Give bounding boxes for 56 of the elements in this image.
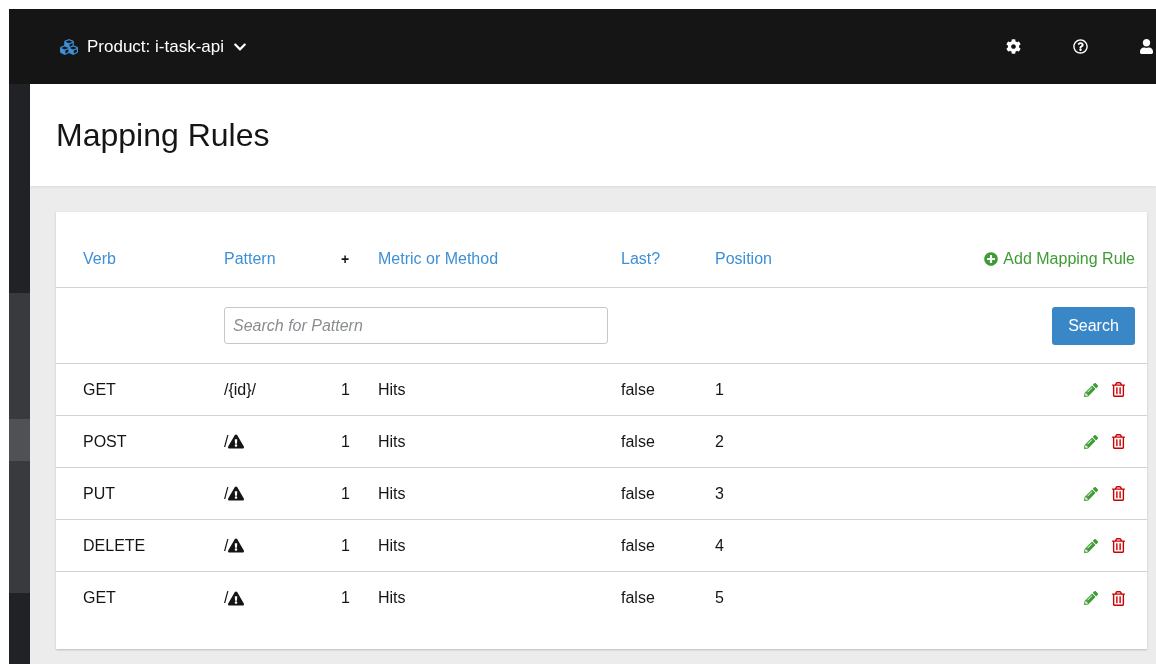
metric-cell: Hits bbox=[378, 536, 406, 554]
settings-icon[interactable] bbox=[1006, 39, 1021, 54]
last-cell: false bbox=[621, 589, 655, 606]
edit-icon[interactable] bbox=[1084, 382, 1098, 397]
delete-icon[interactable] bbox=[1112, 434, 1125, 449]
metric-cell: Hits bbox=[378, 432, 406, 450]
edit-icon[interactable] bbox=[1084, 434, 1098, 449]
metric-cell: Hits bbox=[378, 589, 406, 606]
column-header: + bbox=[341, 251, 350, 267]
cubes-icon bbox=[58, 37, 80, 56]
verb-cell: GET bbox=[83, 380, 116, 398]
user-icon[interactable] bbox=[1140, 39, 1153, 54]
last-cell: false bbox=[621, 380, 655, 398]
position-cell: 4 bbox=[715, 536, 724, 554]
column-header[interactable]: Position bbox=[715, 250, 772, 267]
search-field[interactable]: Search for Pattern bbox=[224, 307, 608, 344]
delete-icon[interactable] bbox=[1112, 590, 1125, 606]
add-mapping-rule-link[interactable]: Add Mapping Rule bbox=[984, 247, 1135, 271]
metric-cell: Hits bbox=[378, 380, 406, 398]
column-header[interactable]: Metric or Method bbox=[378, 250, 499, 267]
verb-cell: PUT bbox=[83, 484, 115, 502]
last-cell: false bbox=[621, 536, 655, 554]
pattern-cell-text: / bbox=[224, 535, 229, 556]
column-header[interactable]: Verb bbox=[83, 250, 116, 267]
pattern-cell-text: /{id}/ bbox=[224, 379, 257, 400]
position-cell: 2 bbox=[715, 432, 724, 450]
delta-cell: 1 bbox=[341, 536, 350, 554]
pattern-cell-text: / bbox=[224, 431, 229, 452]
edit-icon[interactable] bbox=[1084, 538, 1098, 553]
help-icon[interactable] bbox=[1073, 39, 1088, 54]
delete-icon[interactable] bbox=[1112, 382, 1125, 397]
delete-icon[interactable] bbox=[1112, 538, 1125, 553]
verb-cell: DELETE bbox=[83, 536, 146, 554]
plus-icon bbox=[984, 252, 999, 266]
position-cell: 1 bbox=[715, 380, 724, 398]
verb-cell: GET bbox=[83, 589, 116, 606]
product-selector[interactable]: Product: i-task-api bbox=[58, 33, 247, 60]
position-cell: 5 bbox=[715, 589, 724, 606]
delta-cell: 1 bbox=[341, 380, 350, 398]
pattern-cell-text: / bbox=[224, 588, 229, 608]
pattern-cell-text: / bbox=[224, 483, 229, 504]
delta-cell: 1 bbox=[341, 432, 350, 450]
delta-cell: 1 bbox=[341, 484, 350, 502]
page-title: Mapping Rules bbox=[56, 116, 270, 155]
edit-icon[interactable] bbox=[1084, 591, 1098, 605]
last-cell: false bbox=[621, 484, 655, 502]
column-header[interactable]: Pattern bbox=[224, 250, 276, 267]
verb-cell: POST bbox=[83, 432, 127, 450]
edit-icon[interactable] bbox=[1084, 486, 1098, 501]
delta-cell: 1 bbox=[341, 589, 350, 606]
position-cell: 3 bbox=[715, 484, 724, 502]
column-header[interactable]: Last? bbox=[621, 250, 661, 267]
last-cell: false bbox=[621, 432, 655, 450]
delete-icon[interactable] bbox=[1112, 486, 1125, 501]
search-button[interactable]: Search bbox=[1052, 306, 1135, 345]
metric-cell: Hits bbox=[378, 484, 406, 502]
